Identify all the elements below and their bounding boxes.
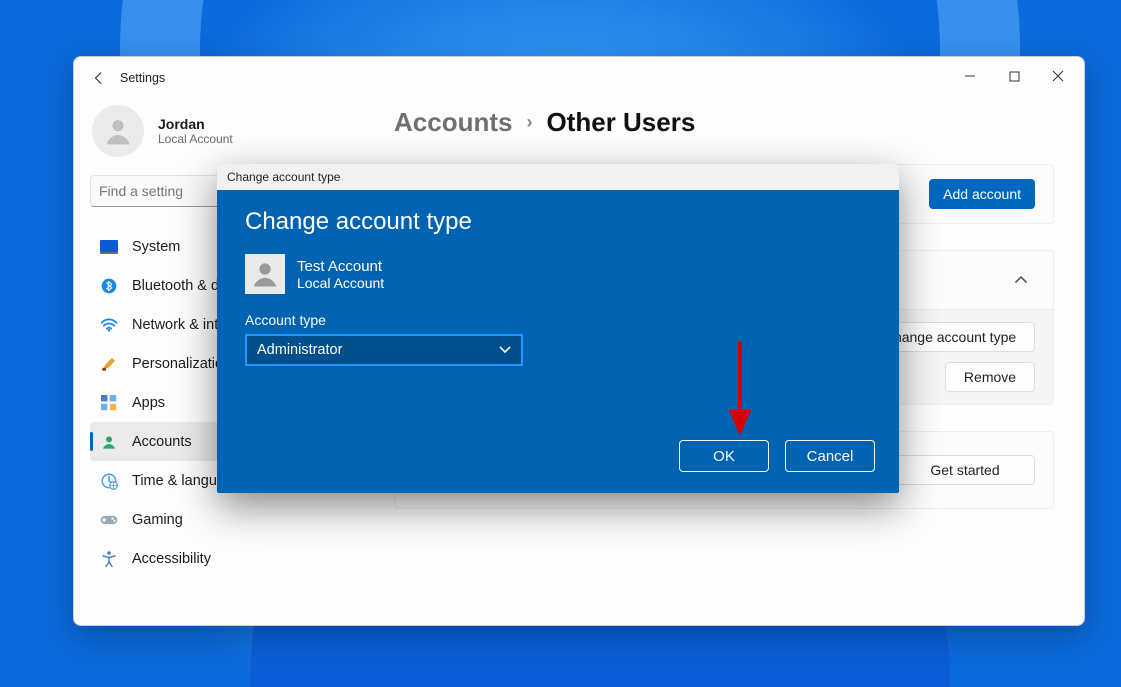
- clock-globe-icon: [100, 472, 118, 490]
- sidebar-item-gaming[interactable]: Gaming: [90, 500, 358, 539]
- app-title: Settings: [120, 71, 165, 85]
- close-button[interactable]: [1036, 61, 1080, 91]
- dialog-user-name: Test Account: [297, 258, 384, 275]
- remove-account-button[interactable]: Remove: [945, 362, 1035, 392]
- maximize-button[interactable]: [992, 61, 1036, 91]
- window-controls: [948, 61, 1080, 91]
- apps-icon: [100, 394, 118, 412]
- bluetooth-icon: [100, 277, 118, 295]
- dropdown-selected-value: Administrator: [257, 342, 342, 358]
- avatar-icon: [245, 254, 285, 294]
- avatar-icon: [92, 105, 144, 157]
- back-button[interactable]: [92, 71, 106, 85]
- cancel-button[interactable]: Cancel: [785, 440, 875, 472]
- sidebar-item-label: System: [132, 239, 180, 255]
- chevron-up-icon[interactable]: [1007, 266, 1035, 294]
- chevron-right-icon: ›: [526, 112, 532, 133]
- breadcrumb: Accounts › Other Users: [394, 107, 1054, 138]
- change-account-type-dialog: Change account type Change account type …: [217, 164, 899, 493]
- wifi-icon: [100, 316, 118, 334]
- profile-name: Jordan: [158, 116, 233, 132]
- minimize-button[interactable]: [948, 61, 992, 91]
- sidebar-item-label: Gaming: [132, 512, 183, 528]
- sidebar-item-label: Apps: [132, 395, 165, 411]
- add-account-button[interactable]: Add account: [929, 179, 1035, 209]
- gamepad-icon: [100, 511, 118, 529]
- titlebar: Settings: [74, 57, 1084, 99]
- sidebar-item-label: Accessibility: [132, 551, 211, 567]
- chevron-down-icon: [499, 342, 511, 358]
- person-icon: [100, 433, 118, 451]
- profile-subtitle: Local Account: [158, 132, 233, 146]
- account-type-field-label: Account type: [245, 312, 871, 328]
- account-type-dropdown[interactable]: Administrator: [245, 334, 523, 366]
- system-icon: [100, 238, 118, 256]
- kiosk-get-started-button[interactable]: Get started: [895, 455, 1035, 485]
- dialog-titlebar: Change account type: [217, 164, 899, 190]
- sidebar-item-label: Accounts: [132, 434, 192, 450]
- dialog-user-block: Test Account Local Account: [245, 254, 871, 294]
- dialog-user-sub: Local Account: [297, 275, 384, 291]
- ok-button[interactable]: OK: [679, 440, 769, 472]
- breadcrumb-parent[interactable]: Accounts: [394, 107, 512, 138]
- dialog-heading: Change account type: [245, 208, 871, 236]
- brush-icon: [100, 355, 118, 373]
- breadcrumb-current: Other Users: [546, 107, 695, 138]
- sidebar-item-accessibility[interactable]: Accessibility: [90, 539, 358, 578]
- accessibility-icon: [100, 550, 118, 568]
